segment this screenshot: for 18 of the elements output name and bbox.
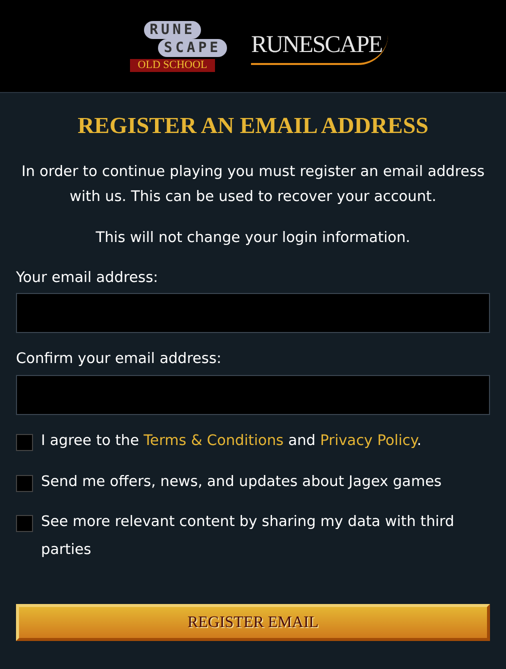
checkbox-label: See more relevant content by sharing my data with third parties [41, 513, 456, 560]
field-label: Your email address: [16, 268, 160, 288]
checkbox[interactable] [16, 515, 33, 532]
email-field[interactable] [16, 293, 490, 334]
checkbox-label: Send me offers, news, and updates about Jagex games [41, 472, 442, 492]
checkbox[interactable] [16, 474, 33, 492]
page-title: REGISTER AN EMAIL ADDRESS [78, 113, 428, 138]
info-text: This will not change your login information. [94, 229, 412, 248]
checkbox[interactable] [16, 434, 33, 452]
link[interactable]: Terms & Conditions [144, 433, 284, 450]
email-field[interactable] [16, 375, 490, 416]
runescape-logo: RUNESCAPE [251, 27, 388, 65]
link[interactable]: Privacy Policy [320, 433, 417, 450]
register-email-button[interactable]: REGISTER EMAIL [16, 604, 490, 642]
checkbox-label: I agree to the Terms & Conditions and Privacy Policy. [41, 432, 422, 452]
info-text: In order to continue playing you must register an email address with us. This can be used to recover your account. [20, 162, 486, 207]
old-school-logo: RUNE SCAPE OLD SCHOOL [118, 20, 228, 72]
field-label: Confirm your email address: [16, 350, 222, 370]
